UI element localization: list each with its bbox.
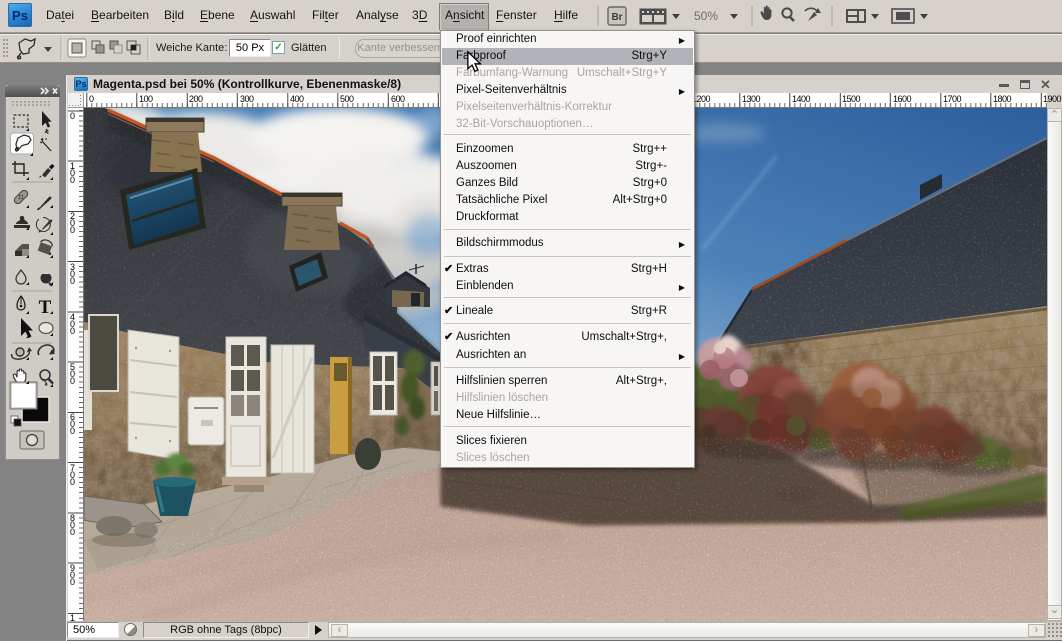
svg-text:Br: Br xyxy=(611,12,622,23)
svg-text:50%: 50% xyxy=(694,9,718,23)
svg-text:T: T xyxy=(39,297,52,318)
